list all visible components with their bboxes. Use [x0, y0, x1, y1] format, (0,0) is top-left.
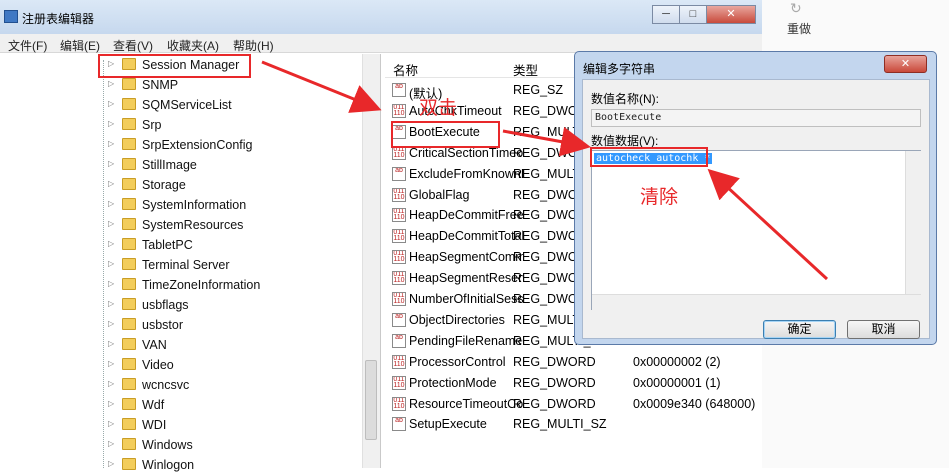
- annotation-arrows: [261, 60, 829, 281]
- arrow-to-bootexecute: [261, 60, 382, 113]
- arrow-to-dialog: [502, 126, 591, 157]
- arrow-to-data: [707, 168, 829, 281]
